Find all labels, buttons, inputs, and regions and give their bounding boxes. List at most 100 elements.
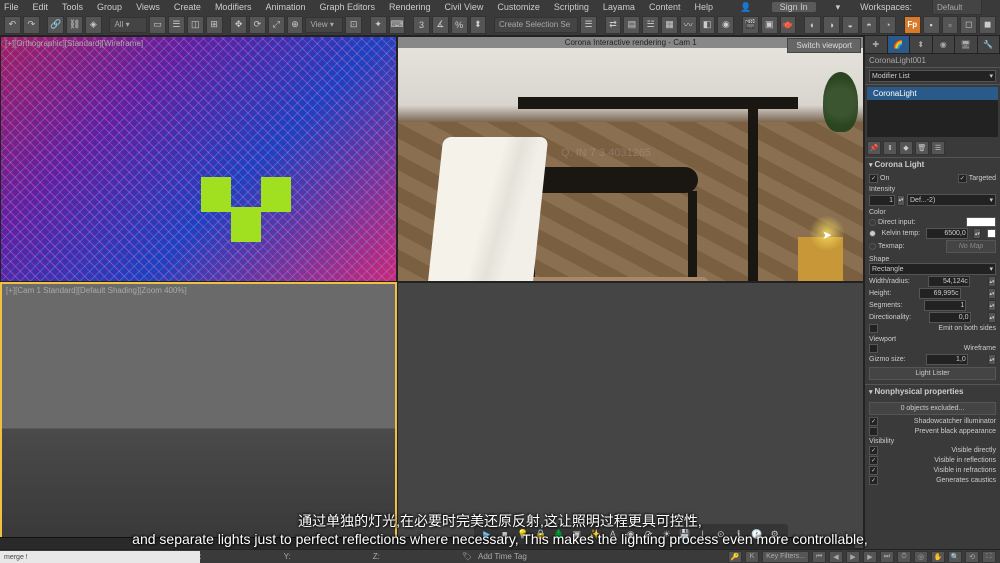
viewport-bottom-right[interactable]: ▶ ■ 💡 🔒 🌲 ▣ ✨ A ◉ ⟳ ☀ 💾 | ⊙ ℹ 🕐 ⚙ — [397, 282, 864, 549]
placement-button[interactable]: ⊕ — [287, 16, 304, 34]
rollout-nonphysical[interactable]: Nonphysical properties — [865, 385, 1000, 398]
height-input[interactable] — [919, 288, 961, 299]
play-icon[interactable]: ▶ — [846, 551, 860, 563]
extra2-button[interactable]: ◑ — [823, 16, 840, 34]
vfb-picker-icon[interactable]: ⊙ — [714, 527, 728, 541]
extra3-button[interactable]: ◒ — [842, 16, 859, 34]
select-region-button[interactable]: ◫ — [187, 16, 204, 34]
vfb-settings-icon[interactable]: ⚙ — [768, 527, 782, 541]
directionality-spinner[interactable]: ▴▾ — [988, 312, 996, 323]
extra1-button[interactable]: ◐ — [804, 16, 821, 34]
shape-dropdown[interactable]: Rectangle▾ — [869, 263, 996, 275]
vfb-region-icon[interactable]: ▣ — [570, 527, 584, 541]
display-tab[interactable]: 🖥 — [955, 36, 978, 53]
redo-button[interactable]: ↷ — [23, 16, 40, 34]
viewport-bottom-left[interactable]: [+][Cam 1 Standard][Default Shading][Zoo… — [0, 282, 397, 549]
curve-editor-button[interactable]: 〰 — [680, 16, 697, 34]
vfb-denoise-icon[interactable]: ✨ — [588, 527, 602, 541]
gizmo-input[interactable] — [926, 354, 968, 365]
menu-customize[interactable]: Customize — [497, 2, 540, 12]
menu-layama[interactable]: Layama — [603, 2, 635, 12]
shadowcatcher-check[interactable]: ✓ — [869, 417, 878, 426]
render-button[interactable]: 🫖 — [780, 16, 797, 34]
scale-button[interactable]: ⤢ — [268, 16, 285, 34]
selset-edit-button[interactable]: ☰ — [580, 16, 597, 34]
keyfilters-button[interactable]: Key Filters... — [762, 551, 809, 563]
hierarchy-tab[interactable]: ⬍ — [910, 36, 933, 53]
setkey-button[interactable]: K — [745, 551, 759, 563]
prev-frame-icon[interactable]: ◀ — [829, 551, 843, 563]
goto-start-icon[interactable]: ⏮ — [812, 551, 826, 563]
kelvin-swatch[interactable] — [987, 229, 996, 238]
vfb-stop-icon[interactable]: ■ — [498, 527, 512, 541]
vfb-bulb-icon[interactable]: 💡 — [516, 527, 530, 541]
mirror-button[interactable]: ⇄ — [605, 16, 622, 34]
rollout-corona-light[interactable]: Corona Light — [865, 158, 1000, 171]
configure-icon[interactable]: ☰ — [931, 141, 945, 155]
remove-icon[interactable]: 🗑 — [915, 141, 929, 155]
vfb-save-icon[interactable]: 💾 — [678, 527, 692, 541]
viewport-top-left[interactable]: [+][Orthographic][Standard][Wireframe] — [0, 36, 397, 282]
menu-grapheditors[interactable]: Graph Editors — [319, 2, 375, 12]
zoom-icon[interactable]: 🔍 — [948, 551, 962, 563]
utilities-tab[interactable]: 🔧 — [978, 36, 1000, 53]
menu-scripting[interactable]: Scripting — [554, 2, 589, 12]
segments-input[interactable] — [924, 300, 966, 311]
named-selset-dropdown[interactable]: Create Selection Se — [494, 17, 578, 33]
spinner-snap-button[interactable]: ⬍ — [470, 16, 487, 34]
targeted-checkbox[interactable]: ✓ — [958, 174, 967, 183]
menu-civilview[interactable]: Civil View — [445, 2, 484, 12]
keyboard-button[interactable]: ⌨ — [389, 16, 406, 34]
render-setup-button[interactable]: 🎬 — [742, 16, 759, 34]
goto-end-icon[interactable]: ⏭ — [880, 551, 894, 563]
color-swatch[interactable] — [966, 217, 996, 227]
rotate-button[interactable]: ⟳ — [249, 16, 266, 34]
chevron-down-icon[interactable]: ▾ — [836, 2, 841, 13]
time-config-icon[interactable]: ⏱ — [897, 551, 911, 563]
extra7-button[interactable]: ▫ — [942, 16, 959, 34]
select-button[interactable]: ▭ — [149, 16, 166, 34]
menu-modifiers[interactable]: Modifiers — [215, 2, 252, 12]
show-result-icon[interactable]: Ⅱ — [883, 141, 897, 155]
gizmo-spinner[interactable]: ▴▾ — [988, 354, 996, 365]
vfb-refresh-icon[interactable]: ⟳ — [642, 527, 656, 541]
direct-radio[interactable] — [869, 219, 876, 226]
fp-button[interactable]: Fp — [904, 16, 921, 34]
excluded-button[interactable]: 0 objects excluded... — [869, 402, 996, 415]
width-input[interactable] — [928, 276, 970, 287]
extra8-button[interactable]: ◻ — [960, 16, 977, 34]
object-name-field[interactable]: CoronaLight001 — [865, 54, 1000, 68]
vfb-aa-icon[interactable]: A — [606, 527, 620, 541]
angle-snap-button[interactable]: ∡ — [432, 16, 449, 34]
orbit-icon[interactable]: ⟲ — [965, 551, 979, 563]
viewport-render[interactable]: Corona Interactive rendering - Cam 1 Swi… — [397, 36, 864, 282]
switch-viewport-button[interactable]: Switch viewport — [787, 38, 861, 53]
manipulate-button[interactable]: ✦ — [370, 16, 387, 34]
pan-icon[interactable]: ✋ — [931, 551, 945, 563]
menu-group[interactable]: Group — [97, 2, 122, 12]
visrefl-check[interactable]: ✓ — [869, 456, 878, 465]
viewport-label-bl[interactable]: [+][Cam 1 Standard][Default Shading][Zoo… — [6, 286, 187, 295]
material-editor-button[interactable]: ◉ — [717, 16, 734, 34]
menu-edit[interactable]: Edit — [33, 2, 49, 12]
menu-content[interactable]: Content — [649, 2, 681, 12]
bind-button[interactable]: ◈ — [85, 16, 102, 34]
intensity-input[interactable] — [869, 195, 895, 206]
texmap-radio[interactable] — [869, 243, 876, 250]
light-lister-button[interactable]: Light Lister — [869, 367, 996, 380]
stack-item-coronalight[interactable]: CoronaLight — [867, 87, 998, 100]
render-frame-button[interactable]: ▣ — [761, 16, 778, 34]
extra9-button[interactable]: ◼ — [979, 16, 996, 34]
percent-snap-button[interactable]: % — [451, 16, 468, 34]
next-frame-icon[interactable]: ▶ — [863, 551, 877, 563]
menu-help[interactable]: Help — [694, 2, 713, 12]
kelvin-input[interactable] — [926, 228, 968, 239]
modify-tab[interactable]: 🌈 — [888, 36, 911, 53]
kelvin-radio[interactable] — [869, 230, 876, 237]
intensity-unit-dropdown[interactable]: Def...-2)▾ — [907, 194, 996, 206]
height-spinner[interactable]: ▴▾ — [988, 288, 996, 299]
unlink-button[interactable]: ⛓ — [66, 16, 83, 34]
snap-button[interactable]: 3 — [413, 16, 430, 34]
modifier-stack[interactable]: CoronaLight — [867, 87, 998, 137]
segments-spinner[interactable]: ▴▾ — [988, 300, 996, 311]
